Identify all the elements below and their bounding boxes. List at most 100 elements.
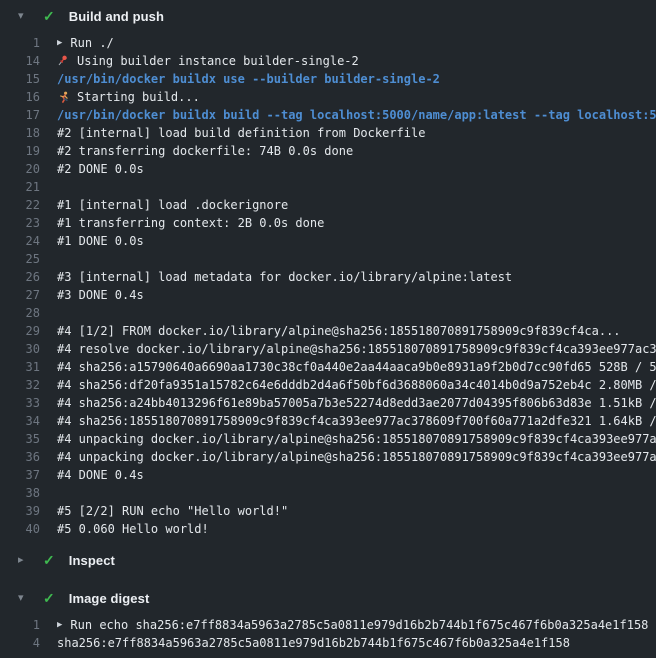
log-line-text: /usr/bin/docker buildx use --builder bui…	[57, 70, 440, 88]
log-line: 25	[0, 250, 656, 268]
line-number[interactable]: 29	[0, 322, 40, 340]
log-line: 36 #4 unpacking docker.io/library/alpine…	[0, 448, 656, 466]
section-label: Image digest	[69, 591, 150, 606]
log-line-text: ▶Run ./	[57, 34, 114, 52]
section-header-build-and-push[interactable]: ▾ ✓ Build and push	[0, 0, 656, 32]
log-line: 23 #1 transferring context: 2B 0.0s done	[0, 214, 656, 232]
log-line-text: #3 DONE 0.4s	[57, 286, 144, 304]
log-line-text: Starting build...	[57, 88, 200, 106]
line-number[interactable]: 26	[0, 268, 40, 286]
log-line: 1 ▶Run echo sha256:e7ff8834a5963a2785c5a…	[0, 616, 656, 634]
line-number[interactable]: 25	[0, 250, 40, 268]
line-number[interactable]: 31	[0, 358, 40, 376]
log-line-text: #2 DONE 0.0s	[57, 160, 144, 178]
log-line: 16 Starting build...	[0, 88, 656, 106]
line-number[interactable]: 32	[0, 376, 40, 394]
pushpin-icon	[57, 55, 70, 68]
log-line-text: Using builder instance builder-single-2	[57, 52, 359, 70]
log-line-text: #4 [1/2] FROM docker.io/library/alpine@s…	[57, 322, 621, 340]
log-line: 1 ▶Run ./	[0, 34, 656, 52]
log-section-image-digest: ▾ ✓ Image digest 1 ▶Run echo sha256:e7ff…	[0, 582, 656, 652]
log-line-text: #4 DONE 0.4s	[57, 466, 144, 484]
log-line: 30 #4 resolve docker.io/library/alpine@s…	[0, 340, 656, 358]
section-header-image-digest[interactable]: ▾ ✓ Image digest	[0, 582, 656, 614]
line-number[interactable]: 24	[0, 232, 40, 250]
log-line: 32 #4 sha256:df20fa9351a15782c64e6dddb2d…	[0, 376, 656, 394]
log-line: 14 Using builder instance builder-single…	[0, 52, 656, 70]
log-line-text: #4 sha256:df20fa9351a15782c64e6dddb2d4a6…	[57, 376, 656, 394]
log-line-text: #4 resolve docker.io/library/alpine@sha2…	[57, 340, 656, 358]
line-number[interactable]: 33	[0, 394, 40, 412]
log-line-text: #1 [internal] load .dockerignore	[57, 196, 288, 214]
section-label: Build and push	[69, 9, 164, 24]
log-line: 33 #4 sha256:a24bb4013296f61e89ba57005a7…	[0, 394, 656, 412]
line-number[interactable]: 1	[0, 34, 40, 52]
log-line-text: /usr/bin/docker buildx build --tag local…	[57, 106, 656, 124]
line-number[interactable]: 28	[0, 304, 40, 322]
line-number[interactable]: 17	[0, 106, 40, 124]
log-line-text: #4 unpacking docker.io/library/alpine@sh…	[57, 430, 656, 448]
line-number[interactable]: 18	[0, 124, 40, 142]
chevron-down-icon[interactable]: ▾	[18, 593, 32, 604]
line-number[interactable]: 1	[0, 616, 40, 634]
log-line: 37 #4 DONE 0.4s	[0, 466, 656, 484]
line-number[interactable]: 36	[0, 448, 40, 466]
log-line: 28	[0, 304, 656, 322]
check-success-icon: ✓	[43, 591, 55, 605]
line-number[interactable]: 16	[0, 88, 40, 106]
check-success-icon: ✓	[43, 9, 55, 23]
line-number[interactable]: 34	[0, 412, 40, 430]
log-line: 34 #4 sha256:185518070891758909c9f839cf4…	[0, 412, 656, 430]
log-line: 15 /usr/bin/docker buildx use --builder …	[0, 70, 656, 88]
log-line-text: #1 DONE 0.0s	[57, 232, 144, 250]
log-line-text: #2 [internal] load build definition from…	[57, 124, 425, 142]
log-line: 39 #5 [2/2] RUN echo "Hello world!"	[0, 502, 656, 520]
log-line-text: #4 unpacking docker.io/library/alpine@sh…	[57, 448, 656, 466]
log-line-text: #4 sha256:a15790640a6690aa1730c38cf0a440…	[57, 358, 656, 376]
section-header-inspect[interactable]: ▸ ✓ Inspect	[0, 544, 656, 576]
line-number[interactable]: 22	[0, 196, 40, 214]
log-line-text: #5 0.060 Hello world!	[57, 520, 209, 538]
log-line: 40 #5 0.060 Hello world!	[0, 520, 656, 538]
play-icon[interactable]: ▶	[57, 621, 62, 630]
log-line: 38	[0, 484, 656, 502]
line-number[interactable]: 19	[0, 142, 40, 160]
line-number[interactable]: 20	[0, 160, 40, 178]
log-line-text: #5 [2/2] RUN echo "Hello world!"	[57, 502, 288, 520]
play-icon[interactable]: ▶	[57, 39, 62, 48]
log-line-text: #4 sha256:185518070891758909c9f839cf4ca3…	[57, 412, 656, 430]
log-line: 20 #2 DONE 0.0s	[0, 160, 656, 178]
line-number[interactable]: 30	[0, 340, 40, 358]
line-number[interactable]: 39	[0, 502, 40, 520]
runner-icon	[57, 91, 70, 104]
log-line: 18 #2 [internal] load build definition f…	[0, 124, 656, 142]
line-number[interactable]: 15	[0, 70, 40, 88]
log-line-text: sha256:e7ff8834a5963a2785c5a0811e979d16b…	[57, 634, 570, 652]
chevron-down-icon[interactable]: ▾	[18, 11, 32, 22]
log-section-build-and-push: ▾ ✓ Build and push 1 ▶Run ./ 14 Using bu…	[0, 0, 656, 538]
line-number[interactable]: 37	[0, 466, 40, 484]
line-number[interactable]: 4	[0, 634, 40, 652]
log-line: 4 sha256:e7ff8834a5963a2785c5a0811e979d1…	[0, 634, 656, 652]
line-number[interactable]: 40	[0, 520, 40, 538]
log-line: 24 #1 DONE 0.0s	[0, 232, 656, 250]
line-number[interactable]: 38	[0, 484, 40, 502]
log-line: 35 #4 unpacking docker.io/library/alpine…	[0, 430, 656, 448]
log-line: 31 #4 sha256:a15790640a6690aa1730c38cf0a…	[0, 358, 656, 376]
log-section-inspect: ▸ ✓ Inspect	[0, 544, 656, 576]
line-number[interactable]: 35	[0, 430, 40, 448]
line-number[interactable]: 27	[0, 286, 40, 304]
log-line: 21	[0, 178, 656, 196]
log-line-text: #4 sha256:a24bb4013296f61e89ba57005a7b3e…	[57, 394, 656, 412]
line-number[interactable]: 21	[0, 178, 40, 196]
log-line: 27 #3 DONE 0.4s	[0, 286, 656, 304]
section-label: Inspect	[69, 553, 115, 568]
section-lines: 1 ▶Run echo sha256:e7ff8834a5963a2785c5a…	[0, 614, 656, 652]
line-number[interactable]: 14	[0, 52, 40, 70]
chevron-right-icon[interactable]: ▸	[18, 555, 32, 566]
log-line-text: #1 transferring context: 2B 0.0s done	[57, 214, 324, 232]
log-line: 22 #1 [internal] load .dockerignore	[0, 196, 656, 214]
line-number[interactable]: 23	[0, 214, 40, 232]
log-viewer: ▾ ✓ Build and push 1 ▶Run ./ 14 Using bu…	[0, 0, 656, 658]
log-line-text: #3 [internal] load metadata for docker.i…	[57, 268, 512, 286]
